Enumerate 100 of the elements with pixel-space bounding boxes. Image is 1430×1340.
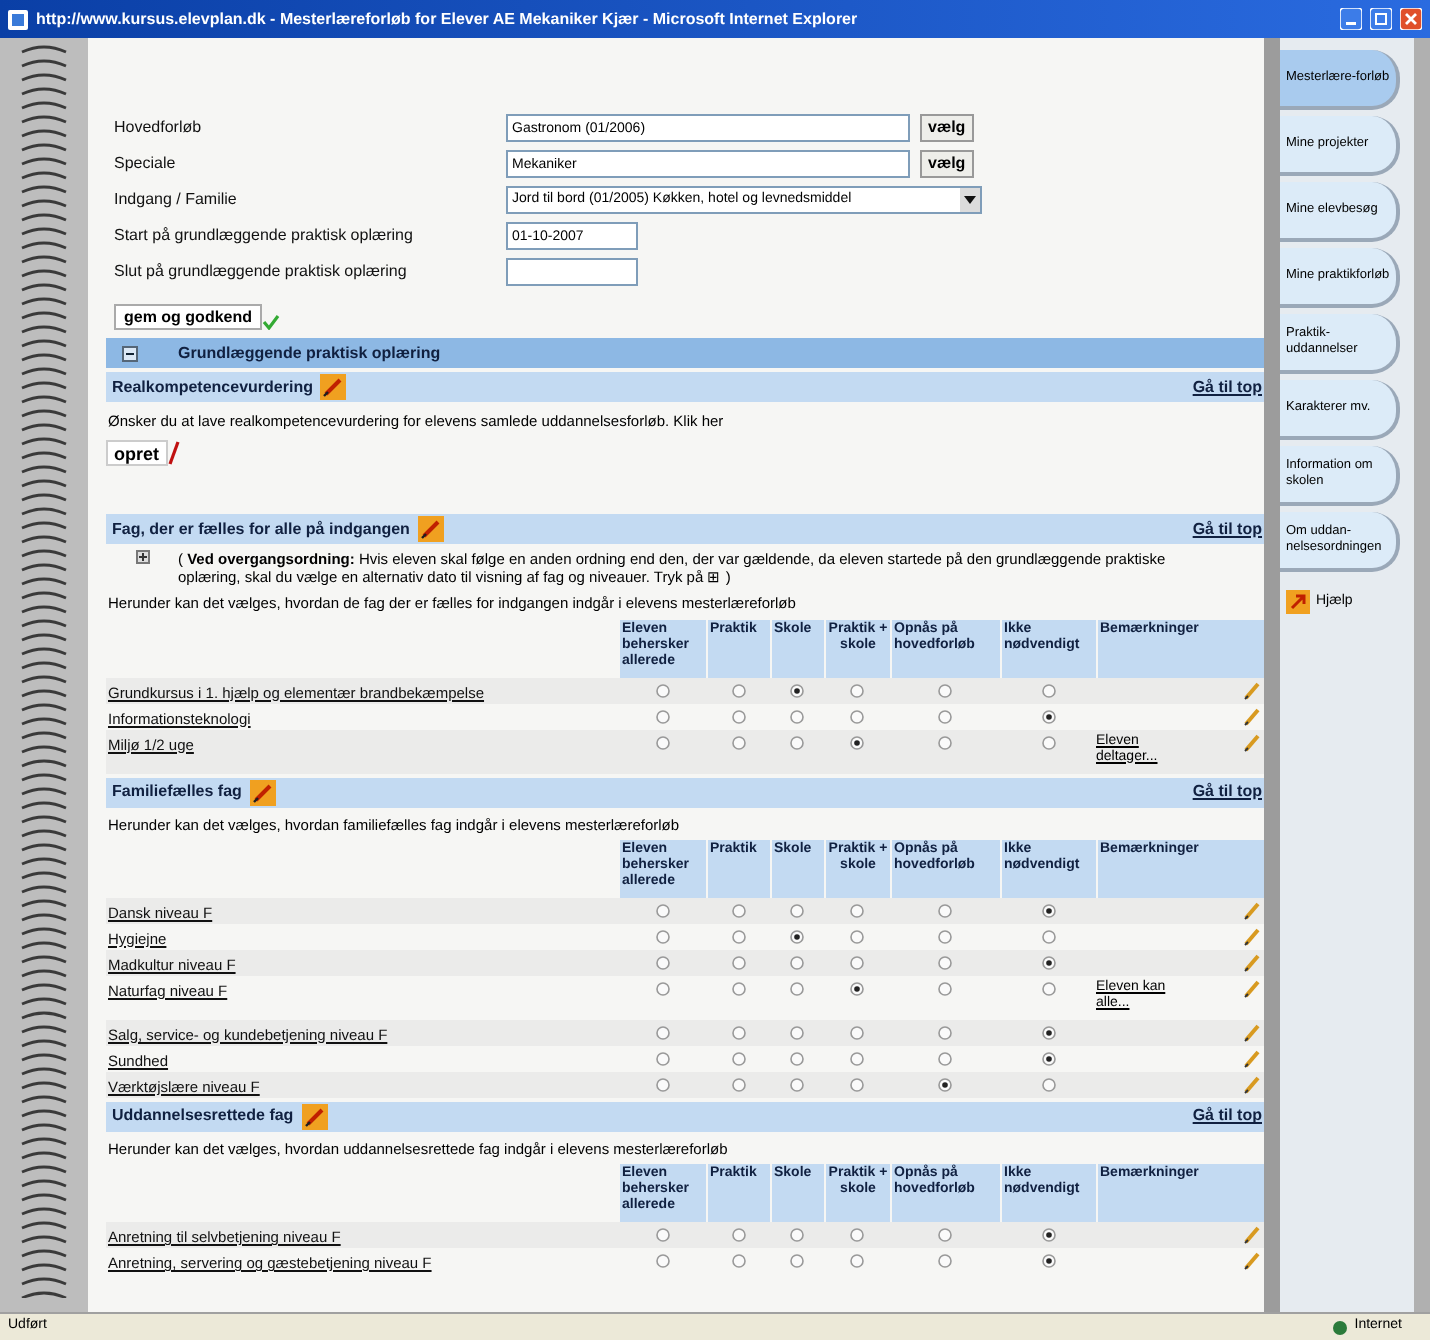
radio-button[interactable]: [938, 955, 952, 970]
radio-button[interactable]: [850, 1228, 864, 1242]
radio-button[interactable]: [731, 903, 745, 918]
radio-button[interactable]: [655, 929, 669, 944]
pencil-square-icon[interactable]: [301, 1103, 328, 1130]
radio-button[interactable]: [731, 1077, 745, 1092]
radio-button[interactable]: [655, 735, 669, 749]
group-header[interactable]: Grundlæggende praktisk oplæring: [106, 338, 1264, 368]
radio-button[interactable]: [790, 709, 804, 723]
radio-button[interactable]: [850, 981, 864, 996]
pencil-square-icon[interactable]: [249, 779, 276, 805]
radio-button[interactable]: [655, 1025, 669, 1040]
pencil-square-icon[interactable]: [417, 516, 444, 543]
radio-button[interactable]: [731, 683, 745, 697]
radio-button[interactable]: [1041, 929, 1055, 944]
radio-button[interactable]: [938, 981, 952, 996]
radio-button[interactable]: [1041, 683, 1055, 697]
collapse-icon[interactable]: [122, 345, 138, 361]
radio-button[interactable]: [655, 1228, 669, 1242]
pencil-icon[interactable]: [1244, 707, 1260, 725]
pencil-icon[interactable]: [1244, 1049, 1260, 1068]
radio-button[interactable]: [790, 683, 804, 697]
radio-button[interactable]: [850, 929, 864, 944]
radio-button[interactable]: [655, 709, 669, 723]
maximize-icon[interactable]: [1370, 8, 1392, 30]
pencil-square-icon[interactable]: [320, 374, 347, 400]
top-link[interactable]: Gå til top: [1192, 1104, 1262, 1129]
radio-button[interactable]: [1041, 955, 1055, 970]
pencil-icon[interactable]: [1244, 733, 1260, 751]
radio-button[interactable]: [1041, 1077, 1055, 1092]
select-button[interactable]: vælg: [920, 150, 974, 178]
radio-button[interactable]: [655, 683, 669, 697]
radio-button[interactable]: [790, 981, 804, 996]
radio-button[interactable]: [850, 683, 864, 697]
radio-button[interactable]: [938, 735, 952, 749]
pencil-icon[interactable]: [1244, 901, 1260, 920]
radio-button[interactable]: [731, 709, 745, 723]
radio-button[interactable]: [938, 709, 952, 723]
radio-button[interactable]: [850, 735, 864, 749]
close-icon[interactable]: [1400, 8, 1422, 30]
radio-button[interactable]: [1041, 709, 1055, 723]
radio-button[interactable]: [850, 955, 864, 970]
radio-button[interactable]: [790, 735, 804, 749]
radio-button[interactable]: [731, 1025, 745, 1040]
help-icon[interactable]: [1286, 590, 1310, 614]
radio-button[interactable]: [655, 1077, 669, 1092]
radio-button[interactable]: [790, 903, 804, 918]
pencil-icon[interactable]: [1244, 979, 1260, 998]
radio-button[interactable]: [1041, 735, 1055, 749]
pencil-icon[interactable]: [1244, 1226, 1260, 1244]
radio-button[interactable]: [938, 1077, 952, 1092]
pencil-icon[interactable]: [1244, 1023, 1260, 1042]
radio-button[interactable]: [1041, 981, 1055, 996]
expand-icon[interactable]: [136, 550, 150, 565]
create-button[interactable]: opret: [106, 440, 167, 467]
radio-button[interactable]: [790, 1228, 804, 1242]
input-field[interactable]: [506, 258, 638, 286]
radio-button[interactable]: [731, 1254, 745, 1268]
radio-button[interactable]: [850, 709, 864, 723]
top-link[interactable]: Gå til top: [1192, 375, 1262, 399]
radio-button[interactable]: [655, 955, 669, 970]
radio-button[interactable]: [938, 1254, 952, 1268]
radio-button[interactable]: [790, 955, 804, 970]
radio-button[interactable]: [938, 903, 952, 918]
radio-button[interactable]: [731, 929, 745, 944]
pencil-icon[interactable]: [1244, 927, 1260, 946]
radio-button[interactable]: [938, 929, 952, 944]
radio-button[interactable]: [790, 929, 804, 944]
radio-button[interactable]: [731, 981, 745, 996]
radio-button[interactable]: [1041, 1228, 1055, 1242]
radio-button[interactable]: [731, 1228, 745, 1242]
minimize-icon[interactable]: [1340, 8, 1362, 30]
radio-button[interactable]: [1041, 1051, 1055, 1066]
radio-button[interactable]: [790, 1051, 804, 1066]
radio-button[interactable]: [655, 1051, 669, 1066]
radio-button[interactable]: [850, 1051, 864, 1066]
pencil-icon[interactable]: [1244, 681, 1260, 699]
radio-button[interactable]: [850, 1025, 864, 1040]
pencil-icon[interactable]: [1244, 953, 1260, 972]
top-link[interactable]: Gå til top: [1192, 517, 1262, 542]
radio-button[interactable]: [1041, 1025, 1055, 1040]
radio-button[interactable]: [731, 955, 745, 970]
radio-button[interactable]: [850, 1254, 864, 1268]
radio-button[interactable]: [790, 1025, 804, 1040]
radio-button[interactable]: [655, 1254, 669, 1268]
radio-button[interactable]: [1041, 1254, 1055, 1268]
radio-button[interactable]: [938, 1051, 952, 1066]
pencil-icon[interactable]: [1244, 1075, 1260, 1094]
radio-button[interactable]: [938, 683, 952, 697]
pencil-icon[interactable]: [1244, 1252, 1260, 1270]
radio-button[interactable]: [655, 981, 669, 996]
radio-button[interactable]: [850, 1077, 864, 1092]
save-approve-button[interactable]: gem og godkend: [114, 304, 262, 330]
radio-button[interactable]: [850, 903, 864, 918]
top-link[interactable]: Gå til top: [1192, 780, 1262, 804]
radio-button[interactable]: [1041, 903, 1055, 918]
radio-button[interactable]: [731, 1051, 745, 1066]
radio-button[interactable]: [790, 1254, 804, 1268]
radio-button[interactable]: [938, 1025, 952, 1040]
radio-button[interactable]: [938, 1228, 952, 1242]
